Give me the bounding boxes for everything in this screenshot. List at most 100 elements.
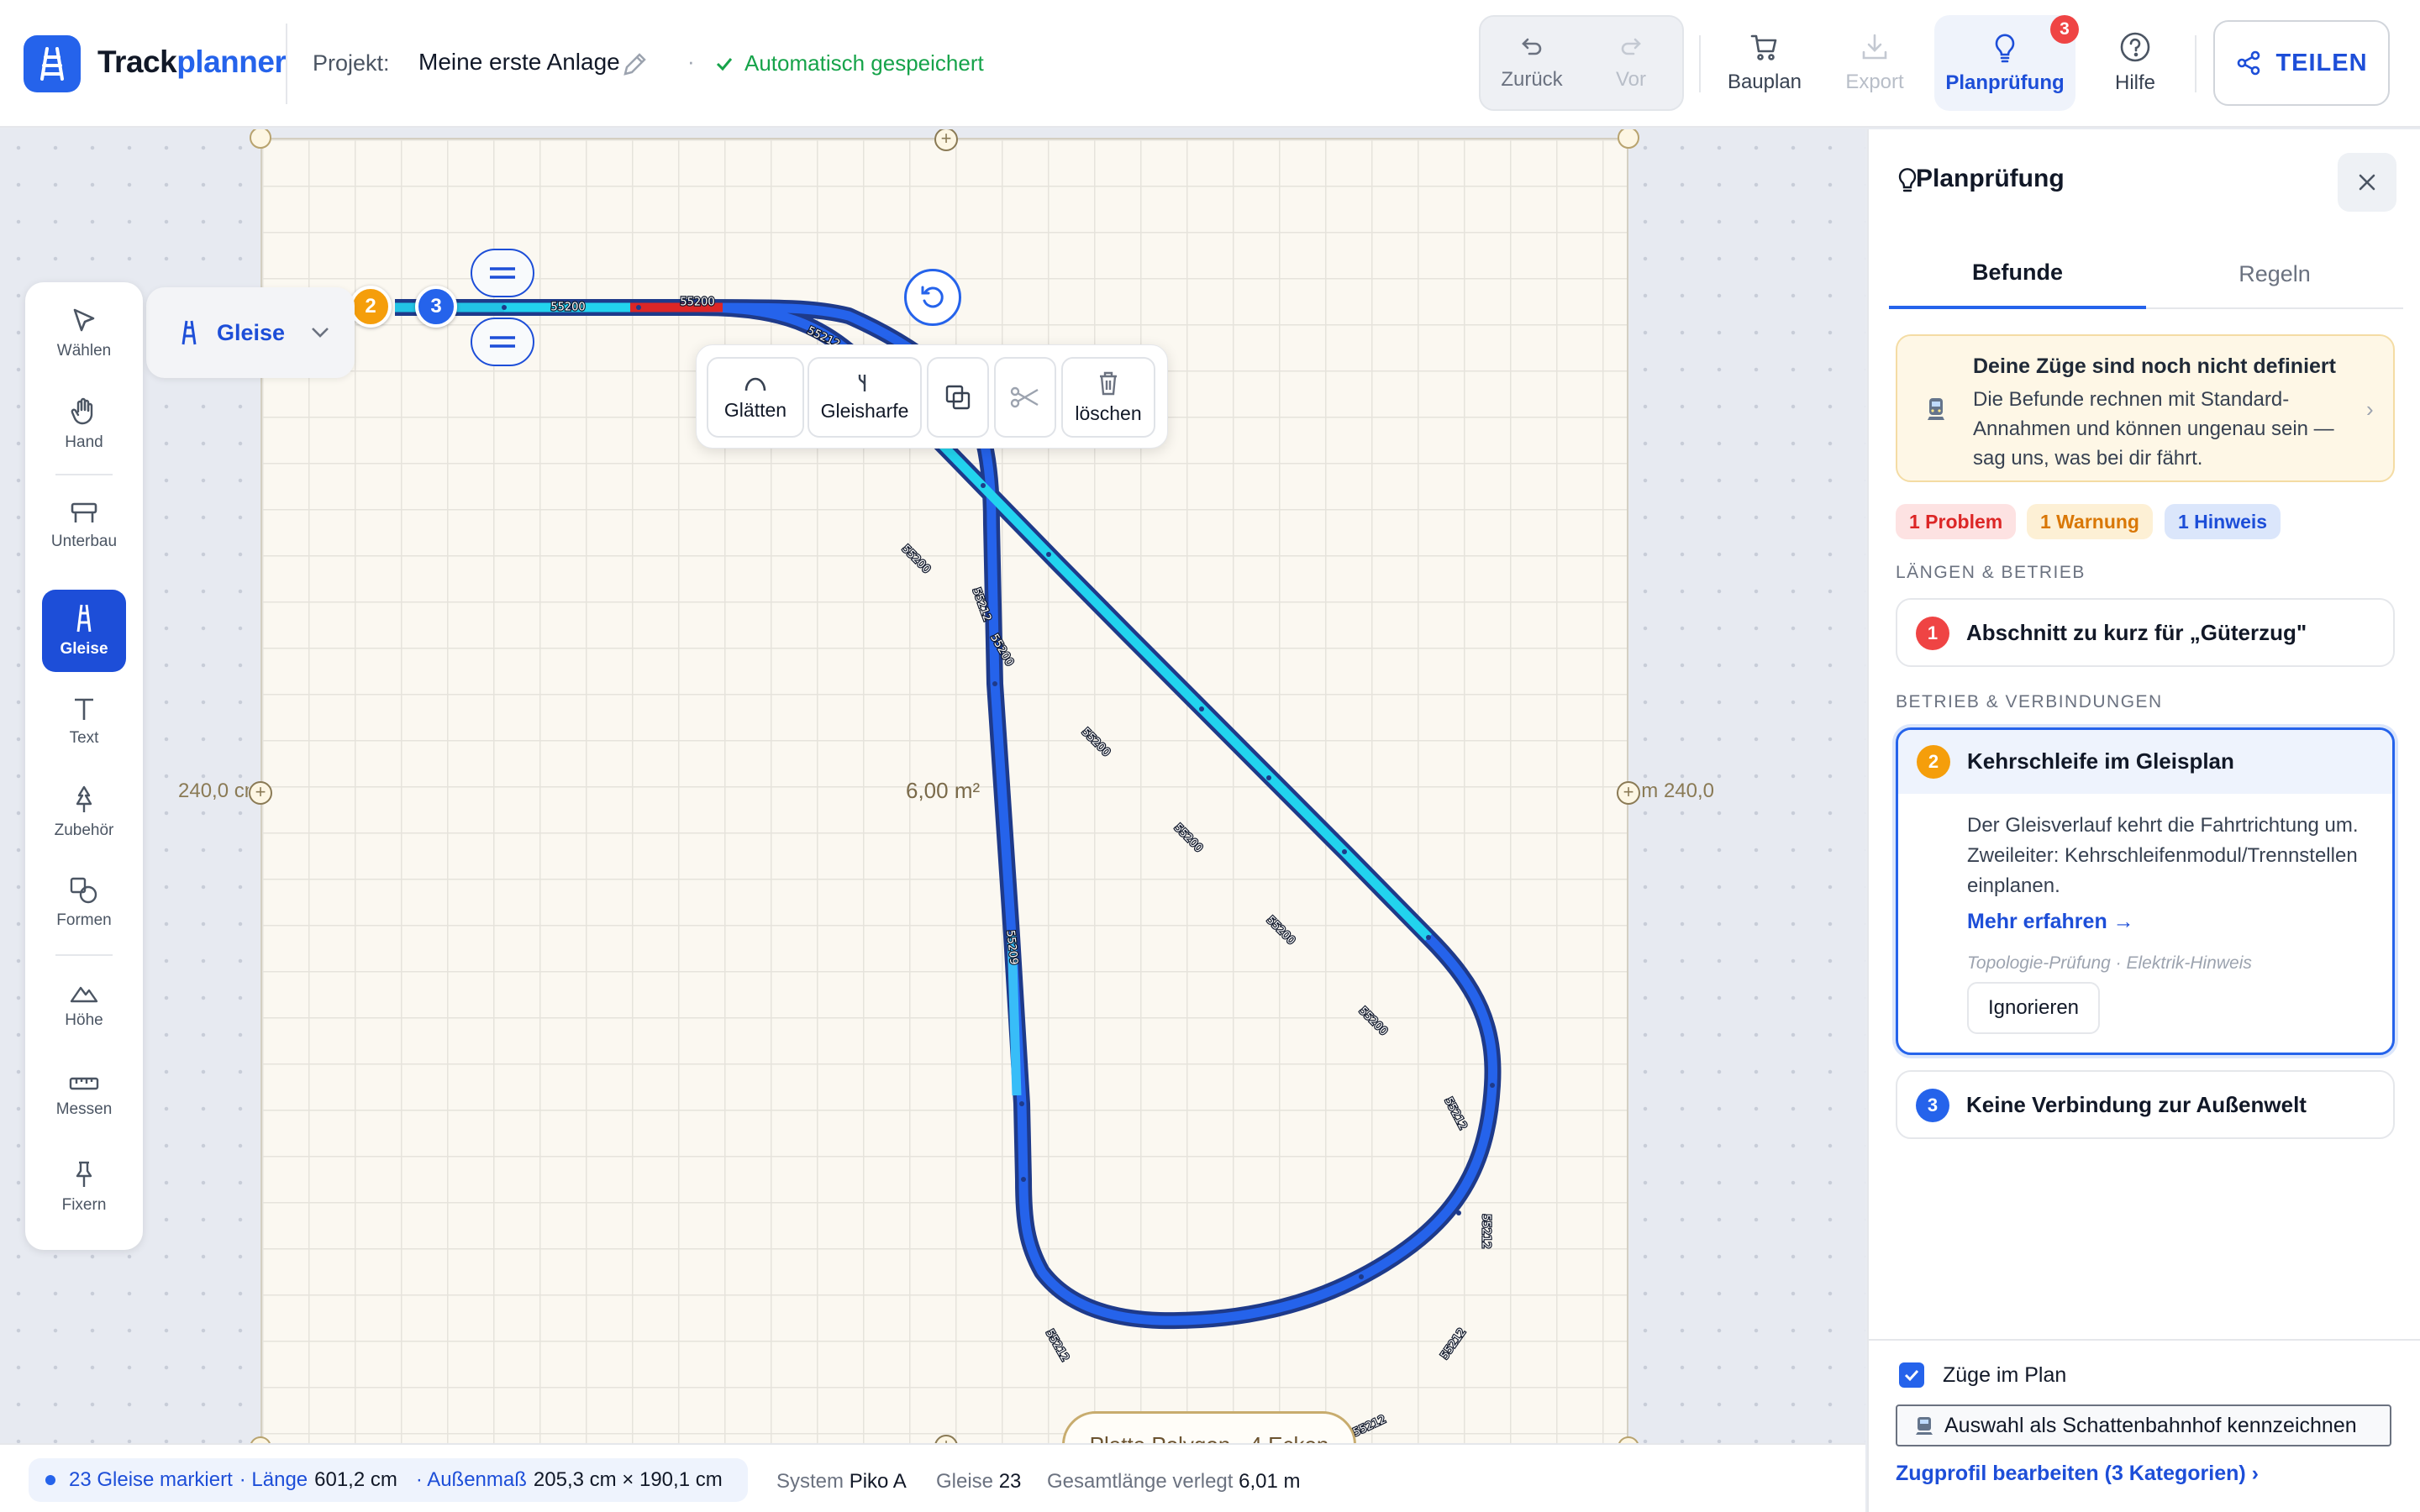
track-part-label: 55200: [1356, 1005, 1390, 1038]
project-label: Projekt:: [313, 50, 390, 76]
track-joint: [636, 305, 641, 310]
track-joint: [992, 681, 997, 686]
rotate-icon: [921, 286, 944, 308]
tool-tracks[interactable]: Gleise: [42, 590, 126, 672]
finding-marker-2[interactable]: 2: [350, 286, 392, 328]
finding-card-3[interactable]: 3 Keine Verbindung zur Außenwelt: [1896, 1070, 2395, 1139]
finding-card-1[interactable]: 1 Abschnitt zu kurz für „Güterzug": [1896, 598, 2395, 667]
tool-select[interactable]: Wählen: [42, 292, 126, 375]
track-count: Gleise 23: [936, 1470, 1022, 1493]
copy-icon: [945, 385, 971, 410]
trains-in-plan-toggle[interactable]: Züge im Plan: [1899, 1362, 2066, 1388]
scissors-icon: [1010, 386, 1039, 408]
close-panel-button[interactable]: [2338, 153, 2396, 212]
track-end-handle[interactable]: [471, 249, 534, 297]
bauplan-button[interactable]: Bauplan: [1726, 15, 1803, 111]
tool-pin[interactable]: Fixern: [42, 1146, 126, 1228]
tool-shapes[interactable]: Formen: [42, 862, 126, 944]
mark-shadow-station-button[interactable]: Auswahl als Schattenbahnhof kennzeichnen: [1896, 1404, 2391, 1446]
hint-count-badge[interactable]: 1 Hinweis: [2165, 504, 2281, 539]
tool-text[interactable]: Text: [42, 680, 126, 763]
tool-accessories[interactable]: Zubehör: [42, 771, 126, 853]
separator: ·: [687, 49, 695, 74]
outer-dimension-value: 205,3 cm × 190,1 cm: [533, 1468, 723, 1491]
notice-text: Die Befunde rechnen mit Standard-Annahme…: [1973, 388, 2334, 470]
track-part-label: 55200: [1171, 822, 1205, 855]
track-part-label: 55200: [680, 297, 714, 309]
trains-undefined-notice[interactable]: Deine Züge sind noch nicht definiert Die…: [1896, 334, 2395, 482]
ignore-button[interactable]: Ignorieren: [1967, 982, 2100, 1034]
track-part-label: 55212: [1442, 1095, 1470, 1132]
selection-count: 23 Gleise markiert: [69, 1468, 233, 1491]
track-part-label: 55200: [1079, 726, 1113, 759]
delete-button[interactable]: löschen: [1061, 357, 1155, 438]
tool-palette: Wählen Hand Unterbau Gleise Text Zubehör…: [25, 282, 143, 1250]
finding-marker-3[interactable]: 3: [415, 286, 457, 328]
divider: [2195, 35, 2196, 92]
track-part-label: 55212: [1439, 1326, 1469, 1362]
track-joint: [1046, 552, 1051, 557]
finding-meta: Topologie-Prüfung · Elektrik-Hinweis: [1967, 953, 2252, 973]
cut-button[interactable]: [994, 357, 1056, 438]
finding-number: 3: [1916, 1089, 1949, 1122]
checkbox-checked[interactable]: [1899, 1362, 1924, 1388]
app-name: Trackplanner: [97, 45, 287, 79]
track-part-label: 55212: [1480, 1214, 1492, 1248]
track-joint: [1490, 1083, 1495, 1088]
tab-rules[interactable]: Regeln: [2146, 239, 2403, 309]
share-button[interactable]: TEILEN: [2213, 20, 2390, 106]
tool-height[interactable]: Höhe: [42, 964, 126, 1047]
finding-card-2[interactable]: 2 Kehrschleife im Gleisplan Der Gleisver…: [1896, 727, 2395, 1055]
selection-summary: 23 Gleise markiert · Länge 601,2 cm · Au…: [29, 1458, 748, 1502]
divider: [55, 474, 113, 475]
finding-title: Abschnitt zu kurz für „Güterzug": [1966, 620, 2307, 645]
smooth-button[interactable]: Glätten: [707, 357, 804, 438]
notice-title: Deine Züge sind noch nicht definiert: [1973, 354, 2336, 378]
rotate-button[interactable]: [904, 269, 961, 326]
edit-train-profile-link[interactable]: Zugprofil bearbeiten (3 Kategorien) ›: [1896, 1462, 2259, 1486]
tab-findings[interactable]: Befunde: [1889, 239, 2146, 309]
duplicate-button[interactable]: [927, 357, 989, 438]
shapes-icon: [70, 877, 97, 904]
tool-hand[interactable]: Hand: [42, 383, 126, 465]
divider: [1869, 1339, 2420, 1341]
status-bar: 23 Gleise markiert · Länge 601,2 cm · Au…: [0, 1443, 1865, 1512]
share-icon: [2238, 50, 2260, 76]
tool-substructure[interactable]: Unterbau: [42, 484, 126, 566]
tool-measure[interactable]: Messen: [42, 1055, 126, 1137]
plan-canvas[interactable]: + + + + 240,0 cm 240,0 cm 6,00 m² 552005…: [0, 129, 1865, 1443]
download-icon: [1862, 34, 1887, 60]
divider: [286, 24, 287, 104]
learn-more-link[interactable]: Mehr erfahren →: [1967, 910, 2134, 934]
warning-count-badge[interactable]: 1 Warnung: [2027, 504, 2153, 539]
trains-in-plan-label: Züge im Plan: [1943, 1362, 2067, 1387]
track-joint: [1342, 849, 1347, 854]
track-joint: [1199, 706, 1204, 711]
undo-button[interactable]: Zurück: [1496, 15, 1568, 111]
plate-label: Platte Polygon · 4 Ecken: [1062, 1411, 1356, 1443]
text-icon: [75, 698, 93, 720]
status-dot: [45, 1475, 55, 1485]
export-button[interactable]: Export: [1837, 15, 1912, 111]
pencil-icon[interactable]: [620, 50, 649, 83]
track-part-label: 55212: [1351, 1413, 1388, 1439]
layer-select[interactable]: Gleise: [146, 287, 355, 378]
planpruefung-button[interactable]: Planprüfung 3: [1934, 15, 2079, 111]
project-name[interactable]: Meine erste Anlage: [418, 49, 620, 76]
help-button[interactable]: Hilfe: [2099, 15, 2171, 111]
track-icon: [76, 604, 92, 633]
divider: [55, 954, 113, 956]
ruler-icon: [69, 1077, 99, 1090]
problem-count-badge[interactable]: 1 Problem: [1896, 504, 2017, 539]
lightbulb-icon: [1995, 34, 2015, 63]
track-outline[interactable]: [504, 299, 1502, 1330]
total-length: Gesamtlänge verlegt 6,01 m: [1047, 1470, 1301, 1493]
track-end-handle[interactable]: [471, 318, 534, 366]
track-joint: [502, 305, 507, 310]
track-harp-button[interactable]: Gleisharfe: [808, 357, 922, 438]
redo-button[interactable]: Vor: [1595, 15, 1667, 111]
tree-icon: [76, 785, 92, 812]
track-joint: [981, 483, 986, 488]
track-joint: [1426, 935, 1431, 940]
help-icon: [2120, 32, 2150, 62]
